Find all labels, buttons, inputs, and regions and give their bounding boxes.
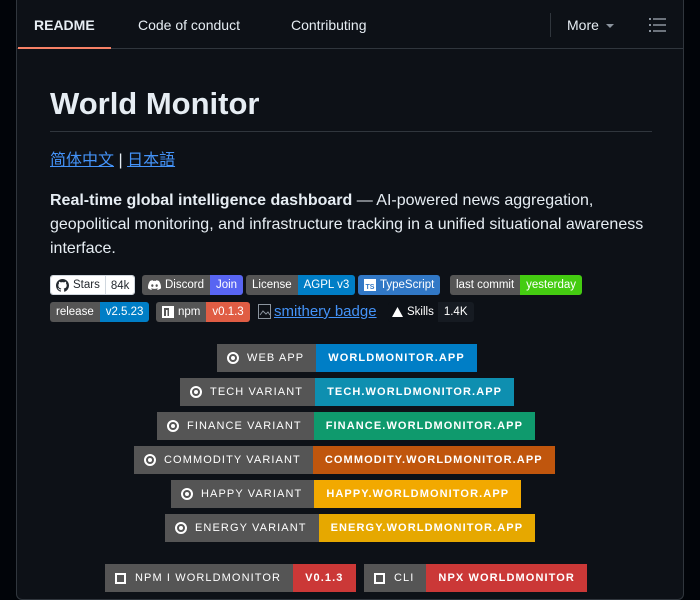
link-separator: | [114,152,128,169]
npm-value: v0.1.3 [206,302,250,322]
pill-label: NPM I WORLDMONITOR [135,572,282,584]
last-commit-label: last commit [450,275,521,295]
last-commit-badge[interactable]: last commit yesterday [450,275,583,295]
typescript-label: TypeScript [380,279,435,291]
variant-label: TECH VARIANT [210,386,304,398]
discord-badge[interactable]: Discord Join [142,275,244,295]
more-tabs-button[interactable]: More [567,0,614,48]
list-outline-icon[interactable] [649,17,667,33]
smithery-alt-text: smithery badge [274,303,377,320]
tab-code-of-conduct[interactable]: Code of conduct [138,0,240,48]
broken-image-icon [258,304,271,319]
stars-count: 84k [104,276,135,294]
license-value: AGPL v3 [297,275,356,295]
badge-row-2: release v2.5.23 npm v0.1.3 smithery badg… [50,302,670,322]
pill-value: V0.1.3 [293,564,356,592]
tab-contributing[interactable]: Contributing [291,0,367,48]
variant-label: HAPPY VARIANT [201,488,303,500]
variant-value: HAPPY.WORLDMONITOR.APP [314,480,522,508]
tab-bar: README Code of conduct Contributing More [17,0,683,49]
release-label: release [50,302,100,322]
skills-value: 1.4K [437,302,474,322]
chrome-icon [144,454,156,466]
skills-badge[interactable]: Skills 1.4K [388,302,474,322]
page-title: World Monitor [50,87,652,132]
typescript-icon: TS [364,279,376,291]
github-icon [56,278,69,292]
discord-value: Join [209,275,244,295]
chrome-icon [190,386,202,398]
discord-icon [148,280,161,290]
github-stars-badge[interactable]: Stars 84k [50,275,136,295]
stars-label: Stars [73,279,100,291]
variant-pill-energy[interactable]: ENERGY VARIANT ENERGY.WORLDMONITOR.APP [165,514,536,542]
release-value: v2.5.23 [99,302,150,322]
variant-value: ENERGY.WORLDMONITOR.APP [318,514,536,542]
variant-label: COMMODITY VARIANT [164,454,301,466]
language-links: 简体中文 | 日本語 [50,149,652,173]
variant-pill-commodity[interactable]: COMMODITY VARIANT COMMODITY.WORLDMONITOR… [134,446,555,474]
discord-label: Discord [165,279,204,291]
variant-value: WORLDMONITOR.APP [316,344,477,372]
pill-value: NPX WORLDMONITOR [426,564,587,592]
pill-label: CLI [394,572,415,584]
skills-label: Skills [407,306,434,318]
typescript-badge[interactable]: TS TypeScript [358,275,441,295]
cli-pill[interactable]: CLI NPX WORLDMONITOR [364,564,587,592]
variant-label: FINANCE VARIANT [187,420,302,432]
chrome-icon [227,352,239,364]
npm-badge[interactable]: npm v0.1.3 [156,302,250,322]
intro-paragraph: Real-time global intelligence dashboard … [50,189,652,261]
caret-down-icon [605,24,614,28]
svg-text:TS: TS [366,284,375,291]
npm-icon [374,572,385,584]
variant-label: ENERGY VARIANT [195,522,307,534]
tab-readme[interactable]: README [18,0,111,49]
variant-pill-happy[interactable]: HAPPY VARIANT HAPPY.WORLDMONITOR.APP [171,480,522,508]
variant-pill-tech[interactable]: TECH VARIANT TECH.WORLDMONITOR.APP [180,378,515,406]
chrome-icon [181,488,193,500]
tab-divider [550,13,551,37]
npm-icon [115,572,126,584]
variant-pill-web-app[interactable]: WEB APP WORLDMONITOR.APP [217,344,477,372]
npm-install-pill[interactable]: NPM I WORLDMONITOR V0.1.3 [105,564,356,592]
variant-value: FINANCE.WORLDMONITOR.APP [313,412,536,440]
npm-label: npm [178,306,201,318]
more-label: More [567,17,599,33]
vercel-triangle-icon [392,307,403,317]
variant-label: WEB APP [247,352,305,364]
readme-content: World Monitor 简体中文 | 日本語 Real-time globa… [50,49,652,322]
release-badge[interactable]: release v2.5.23 [50,302,150,322]
last-commit-value: yesterday [520,275,583,295]
variant-value: COMMODITY.WORLDMONITOR.APP [312,446,555,474]
license-badge[interactable]: License AGPL v3 [246,275,356,295]
chrome-icon [175,522,187,534]
link-japanese[interactable]: 日本語 [127,152,175,169]
intro-bold: Real-time global intelligence dashboard [50,192,353,209]
chrome-icon [167,420,179,432]
link-simplified-chinese[interactable]: 简体中文 [50,152,114,169]
badge-row-1: Stars 84k Discord Join License AGPL v3 T… [50,275,670,295]
readme-panel: README Code of conduct Contributing More… [16,0,684,600]
license-label: License [246,275,298,295]
npm-icon [162,306,174,318]
variant-value: TECH.WORLDMONITOR.APP [315,378,515,406]
variant-pill-finance[interactable]: FINANCE VARIANT FINANCE.WORLDMONITOR.APP [157,412,536,440]
smithery-badge[interactable]: smithery badge [258,302,377,322]
